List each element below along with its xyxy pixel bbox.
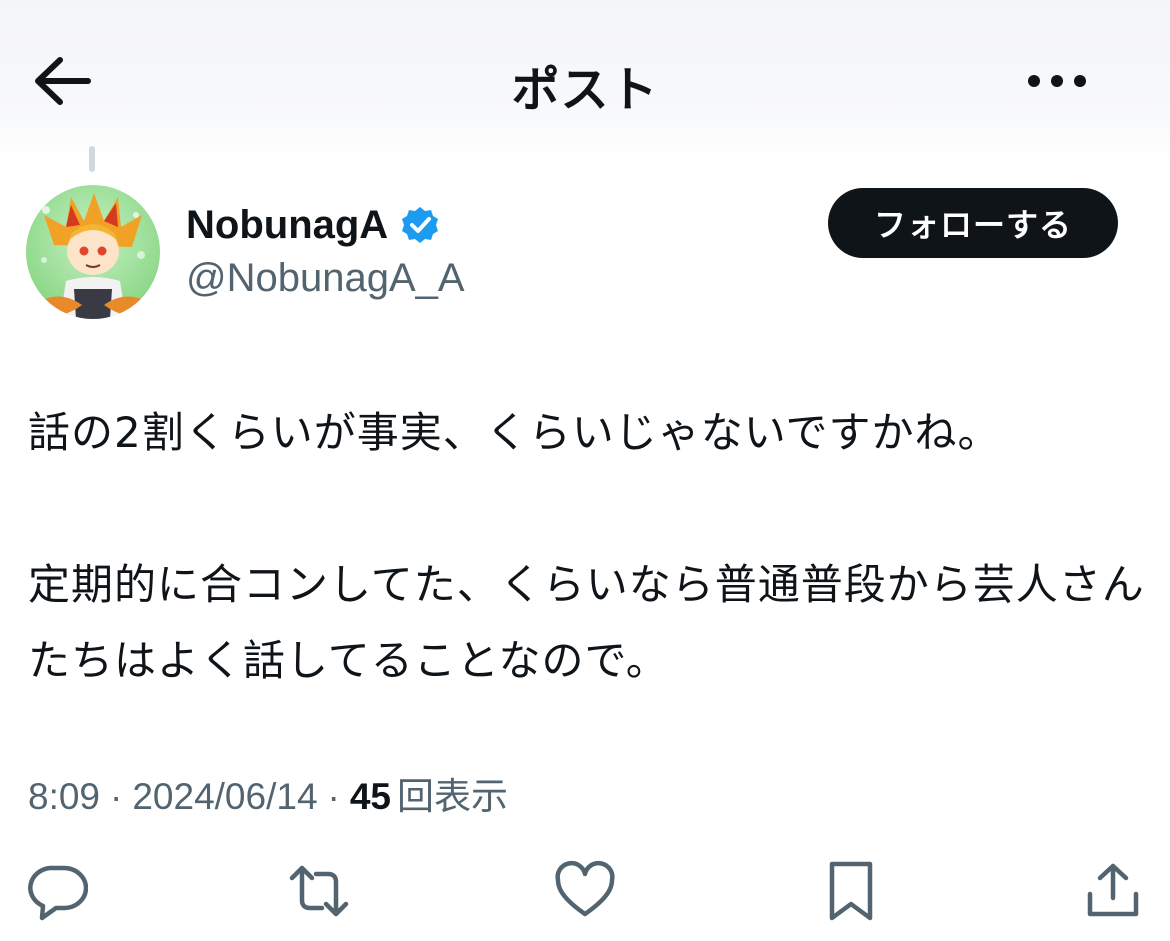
post-body-text: 話の2割くらいが事実、くらいじゃないですかね。 定期的に合コンしてた、くらいなら… [28,408,1145,685]
more-options-button[interactable] [1024,62,1090,100]
avatar[interactable] [26,185,160,319]
post-metadata: 8:09 · 2024/06/14 · 45 回表示 [28,766,508,820]
page-title: ポスト [511,62,659,118]
avatar-illustration [36,193,150,319]
repost-icon [289,865,349,917]
meta-separator: · [327,776,340,817]
like-button[interactable] [554,860,616,922]
thread-connector-line [89,146,95,172]
reply-button[interactable] [26,860,88,922]
more-horizontal-icon [1028,75,1086,87]
post-date[interactable]: 2024/06/14 [132,776,317,818]
bookmark-icon [829,861,873,921]
author-name-row[interactable]: NobunagA [186,200,440,250]
share-button[interactable] [1082,860,1144,922]
follow-button[interactable]: フォローする [828,188,1118,258]
heart-icon [555,860,615,917]
post-time[interactable]: 8:09 [28,776,100,818]
repost-button[interactable] [288,860,350,922]
views-count: 45 [349,776,392,817]
share-icon [1087,863,1139,917]
author-name[interactable]: NobunagA [186,203,388,248]
verified-badge-icon [402,207,439,243]
comment-icon [28,865,88,921]
meta-separator: · [110,776,123,817]
top-bar: ポスト [0,0,1170,160]
author-handle[interactable]: @NobunagA_A [186,256,465,301]
views-label: 回表示 [397,776,509,817]
bookmark-button[interactable] [820,860,882,922]
